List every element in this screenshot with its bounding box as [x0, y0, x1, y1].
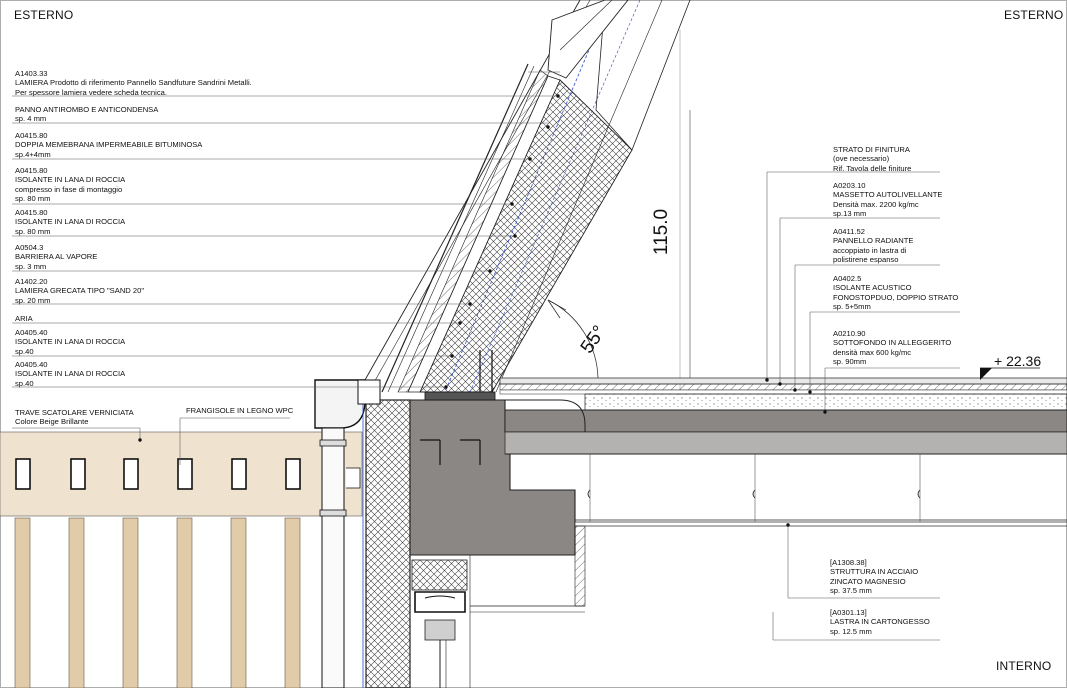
label-anti-noise-felt: PANNO ANTIROMBO E ANTICONDENSA sp. 4 mm	[15, 105, 159, 124]
label-rock-wool-compressed: A0415.80 ISOLANTE IN LANA DI ROCCIA compre…	[15, 166, 126, 204]
label-self-levelling-screed: A0203.10 MASSETTO AUTOLIVELLANTE Densità m…	[833, 181, 943, 219]
roof-pitch	[364, 0, 691, 395]
elevation-label: + 22.36	[994, 353, 1042, 369]
section-detail-drawing: ESTERNO ESTERNO INTERNO 115.0 55° + 22.3…	[0, 0, 1067, 688]
label-bituminous-membrane: A0415.80 DOPPIA MEMEBRANA IMPERMEABILE BI…	[15, 131, 203, 159]
exterior-label-right: ESTERNO	[1004, 8, 1064, 22]
label-box-beam: TRAVE SCATOLARE VERNICIATA Colore Beige B…	[15, 408, 134, 427]
label-air: ARIA	[15, 314, 33, 323]
label-plasterboard: [A0301.13] LASTRA IN CARTONGESSO sp. 12.5 …	[830, 608, 930, 636]
label-rock-wool-40-a: A0405.40 ISOLANTE IN LANA DI ROCCIA sp.40	[15, 328, 126, 356]
label-steel-structure: [A1308.38] STRUTTURA IN ACCIAIO ZINCATO MA…	[830, 558, 919, 596]
label-radiant-panel: A0411.52 PANNELLO RADIANTE accoppiato in l…	[833, 227, 914, 265]
label-acoustic-insulation: A0402.5 ISOLANTE ACUSTICO FONOSTOPDUO, DOP…	[833, 274, 959, 312]
window-lintel	[411, 555, 471, 688]
concrete-structure	[409, 399, 1067, 556]
label-rock-wool-40-b: A0405.40 ISOLANTE IN LANA DI ROCCIA sp.40	[15, 360, 126, 388]
interior-label: INTERNO	[996, 659, 1052, 673]
wall-insulation	[365, 399, 411, 688]
wpc-louvres	[14, 517, 301, 688]
label-lightweight-subfloor: A0210.90 SOTTOFONDO IN ALLEGGERITO densità…	[833, 329, 952, 367]
exterior-label-left: ESTERNO	[14, 8, 74, 22]
label-rock-wool-80: A0415.80 ISOLANTE IN LANA DI ROCCIA sp. 80…	[15, 208, 126, 236]
label-corrugated-sheet: A1402.20 LAMIERA GRECATA TIPO "SAND 20" sp…	[15, 277, 145, 305]
floor-build-up	[499, 367, 1067, 411]
label-finish-layer: STRATO DI FINITURA (ove necessario) Rif. T…	[833, 145, 912, 173]
label-sandwich-panel: A1403.33 LAMIERA Prodotto di riferimento …	[15, 69, 252, 97]
gutter-and-downpipe	[314, 379, 366, 688]
dimension-label: 115.0	[651, 208, 672, 256]
label-wpc-louvre: FRANGISOLE IN LEGNO WPC	[186, 406, 294, 415]
label-vapour-barrier: A0504.3 BARRIERA AL VAPORE sp. 3 mm	[15, 243, 98, 271]
